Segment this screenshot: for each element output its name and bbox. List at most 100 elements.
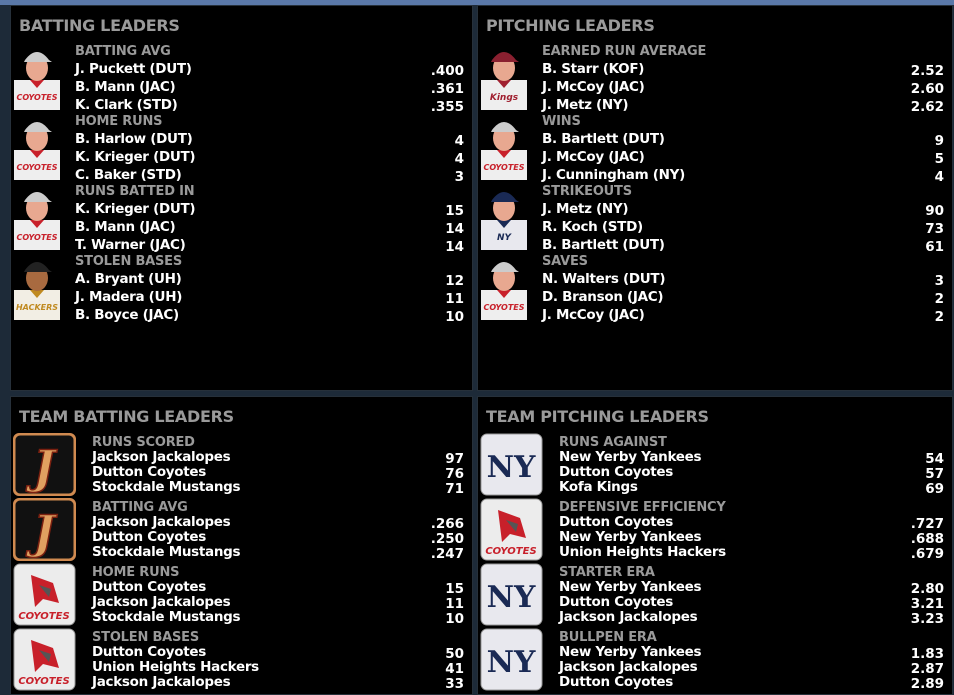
player-name-link[interactable]: J. Puckett (DUT): [75, 61, 192, 77]
team-logo: NY: [480, 433, 543, 496]
stat-value: .361: [430, 81, 464, 97]
stat-value: .247: [430, 546, 464, 562]
category-label: HOME RUNS: [92, 565, 180, 580]
team-name-link[interactable]: New Yerby Yankees: [559, 579, 702, 595]
stat-value: .250: [430, 531, 464, 547]
player-name-link[interactable]: B. Harlow (DUT): [75, 131, 193, 147]
stat-value: .266: [430, 516, 464, 532]
stat-value: 15: [445, 581, 464, 597]
panel-title: TEAM BATTING LEADERS: [19, 407, 234, 426]
category-label: BATTING AVG: [92, 500, 188, 515]
team-name-link[interactable]: Dutton Coyotes: [92, 644, 206, 660]
team-name-link[interactable]: Dutton Coyotes: [559, 514, 673, 530]
player-name-link[interactable]: A. Bryant (UH): [75, 271, 182, 287]
category-label: RUNS AGAINST: [559, 435, 667, 450]
team-name-link[interactable]: New Yerby Yankees: [559, 529, 702, 545]
svg-text:NY: NY: [487, 580, 536, 615]
team-name-link[interactable]: Stockdale Mustangs: [92, 609, 241, 625]
team-logo: COYOTES: [480, 498, 543, 561]
stat-value: 73: [925, 221, 944, 237]
svg-text:HACKERS: HACKERS: [16, 303, 58, 312]
category-label: STOLEN BASES: [75, 254, 183, 269]
stat-value: 97: [445, 451, 464, 467]
team-logo: NY: [480, 628, 543, 691]
player-name-link[interactable]: D. Branson (JAC): [542, 289, 664, 305]
player-name-link[interactable]: J. McCoy (JAC): [542, 79, 645, 95]
team-name-link[interactable]: Dutton Coyotes: [559, 674, 673, 690]
team-name-link[interactable]: New Yerby Yankees: [559, 644, 702, 660]
svg-text:NY: NY: [487, 645, 536, 680]
team-name-link[interactable]: Jackson Jackalopes: [92, 514, 231, 530]
panel-title: PITCHING LEADERS: [486, 16, 655, 35]
team-name-link[interactable]: Jackson Jackalopes: [92, 449, 231, 465]
team-name-link[interactable]: Union Heights Hackers: [559, 544, 726, 560]
player-photo: NY: [479, 182, 529, 250]
category-label: STARTER ERA: [559, 565, 655, 580]
player-name-link[interactable]: J. Cunningham (NY): [542, 167, 685, 183]
player-name-link[interactable]: J. Madera (UH): [75, 289, 182, 305]
player-name-link[interactable]: N. Walters (DUT): [542, 271, 666, 287]
team-name-link[interactable]: Stockdale Mustangs: [92, 544, 241, 560]
player-name-link[interactable]: K. Krieger (DUT): [75, 149, 196, 165]
team-name-link[interactable]: Union Heights Hackers: [92, 659, 259, 675]
player-name-link[interactable]: J. Metz (NY): [542, 97, 629, 113]
stat-value: 2.89: [910, 676, 944, 692]
stat-value: .355: [430, 99, 464, 115]
stat-value: 2.87: [910, 661, 944, 677]
team-logo: NY: [480, 563, 543, 626]
stat-value: 2: [934, 309, 944, 325]
category-label: RUNS SCORED: [92, 435, 195, 450]
team-name-link[interactable]: New Yerby Yankees: [559, 449, 702, 465]
panel-title: BATTING LEADERS: [19, 16, 180, 35]
team-name-link[interactable]: Dutton Coyotes: [92, 464, 206, 480]
category-label: STOLEN BASES: [92, 630, 200, 645]
player-name-link[interactable]: B. Starr (KOF): [542, 61, 644, 77]
stat-value: 2.62: [910, 99, 944, 115]
player-name-link[interactable]: J. McCoy (JAC): [542, 149, 645, 165]
stat-value: 14: [445, 239, 464, 255]
player-name-link[interactable]: R. Koch (STD): [542, 219, 643, 235]
team-logo: COYOTES: [13, 628, 76, 691]
player-photo: HACKERS: [12, 252, 62, 320]
player-photo: COYOTES: [479, 112, 529, 180]
category-label: RUNS BATTED IN: [75, 184, 195, 199]
team-logo: COYOTES: [13, 563, 76, 626]
player-name-link[interactable]: B. Bartlett (DUT): [542, 237, 665, 253]
stat-value: 3.23: [910, 611, 944, 627]
team-name-link[interactable]: Kofa Kings: [559, 479, 638, 495]
panel-title: TEAM PITCHING LEADERS: [486, 407, 709, 426]
team-name-link[interactable]: Stockdale Mustangs: [92, 479, 241, 495]
team-name-link[interactable]: Dutton Coyotes: [559, 594, 673, 610]
player-name-link[interactable]: T. Warner (JAC): [75, 237, 186, 253]
stat-value: 71: [445, 481, 464, 497]
team-name-link[interactable]: Jackson Jackalopes: [92, 674, 231, 690]
player-name-link[interactable]: J. Metz (NY): [542, 201, 629, 217]
stat-value: 2.52: [910, 63, 944, 79]
team-name-link[interactable]: Dutton Coyotes: [92, 579, 206, 595]
player-name-link[interactable]: B. Mann (JAC): [75, 79, 176, 95]
category-label: STRIKEOUTS: [542, 184, 632, 199]
player-name-link[interactable]: B. Boyce (JAC): [75, 307, 179, 323]
category-label: BULLPEN ERA: [559, 630, 657, 645]
player-name-link[interactable]: J. McCoy (JAC): [542, 307, 645, 323]
team-name-link[interactable]: Dutton Coyotes: [92, 529, 206, 545]
player-name-link[interactable]: K. Krieger (DUT): [75, 201, 196, 217]
team-name-link[interactable]: Jackson Jackalopes: [559, 609, 698, 625]
category-label: BATTING AVG: [75, 44, 171, 59]
player-name-link[interactable]: K. Clark (STD): [75, 97, 178, 113]
svg-text:COYOTES: COYOTES: [483, 303, 524, 312]
svg-text:COYOTES: COYOTES: [18, 611, 69, 622]
stat-value: 14: [445, 221, 464, 237]
stat-value: 57: [925, 466, 944, 482]
category-label: WINS: [542, 114, 581, 129]
player-name-link[interactable]: B. Mann (JAC): [75, 219, 176, 235]
team-name-link[interactable]: Dutton Coyotes: [559, 464, 673, 480]
stat-value: 76: [445, 466, 464, 482]
stat-value: 90: [925, 203, 944, 219]
team-name-link[interactable]: Jackson Jackalopes: [559, 659, 698, 675]
team-name-link[interactable]: Jackson Jackalopes: [92, 594, 231, 610]
player-photo: COYOTES: [479, 252, 529, 320]
player-name-link[interactable]: C. Baker (STD): [75, 167, 182, 183]
player-name-link[interactable]: B. Bartlett (DUT): [542, 131, 665, 147]
batting-leaders-panel: BATTING LEADERS COYOTES BATTING AVG J. Puck…: [10, 5, 473, 391]
